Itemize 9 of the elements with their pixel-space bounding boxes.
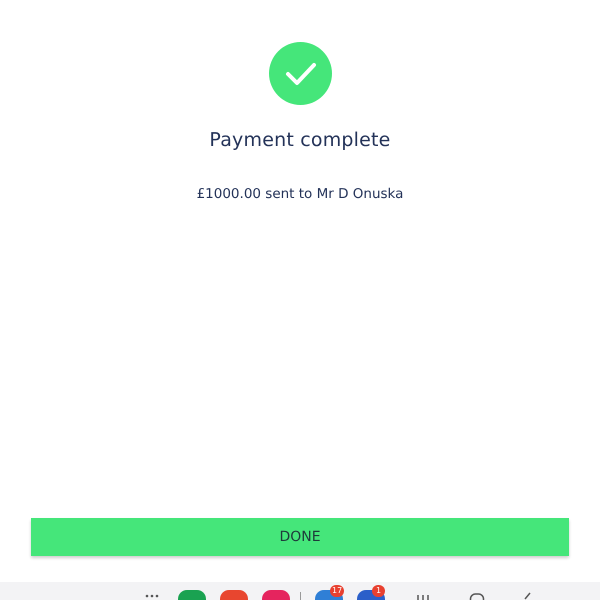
notification-badge: 17: [330, 585, 344, 597]
app-icon[interactable]: [178, 590, 206, 600]
title: Payment complete: [209, 129, 391, 151]
done-button[interactable]: DONE: [31, 518, 569, 556]
message: £1000.00 sent to Mr D Onuska: [196, 186, 404, 202]
checkmark-icon: [268, 42, 332, 105]
notification-badge: 1: [372, 585, 385, 597]
app-icon[interactable]: [220, 590, 248, 600]
app-icon[interactable]: [262, 590, 290, 600]
